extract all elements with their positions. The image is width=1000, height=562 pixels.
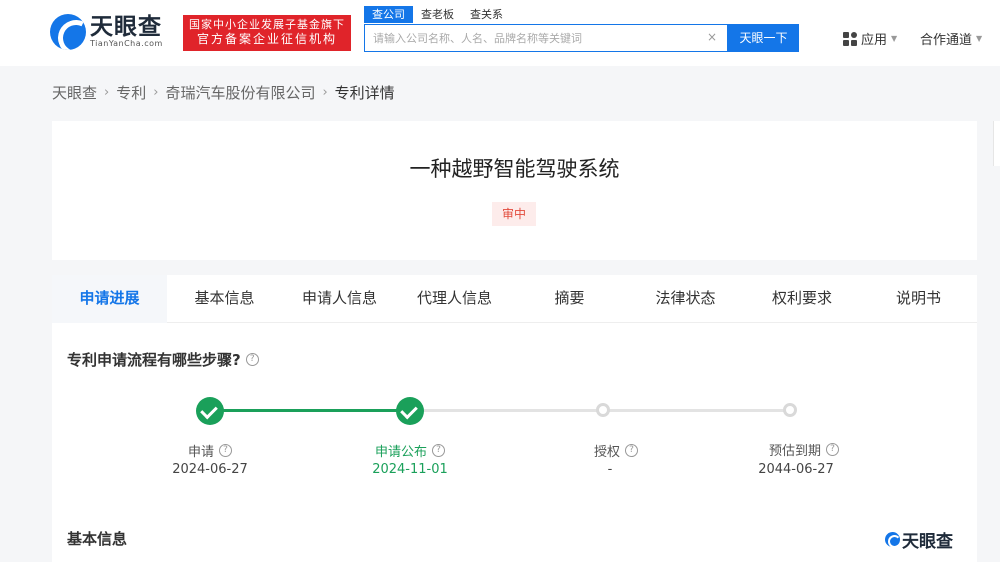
- breadcrumb-patents[interactable]: 专利: [116, 82, 146, 103]
- breadcrumb-separator: ›: [104, 85, 110, 100]
- patent-tabs: 申请进展 基本信息 申请人信息 代理人信息 摘要 法律状态 权利要求 说明书: [52, 275, 977, 323]
- logo-text-en: TianYanCha.com: [90, 39, 163, 48]
- tab-agent-info[interactable]: 代理人信息: [397, 275, 512, 323]
- search-tab-boss[interactable]: 查老板: [413, 6, 462, 23]
- tab-progress[interactable]: 申请进展: [52, 275, 167, 323]
- help-icon[interactable]: ?: [625, 444, 638, 457]
- site-logo[interactable]: 天眼查 TianYanCha.com: [50, 14, 163, 50]
- official-badge: 国家中小企业发展子基金旗下 官方备案企业征信机构: [183, 15, 351, 51]
- tab-abstract[interactable]: 摘要: [512, 275, 627, 323]
- step-label-apply: 申请 ?: [140, 441, 280, 460]
- tab-basic-info[interactable]: 基本信息: [167, 275, 282, 323]
- partner-menu[interactable]: 合作通道 ▼: [920, 29, 982, 48]
- step-date-publish: 2024-11-01: [372, 462, 448, 477]
- apps-label: 应用: [861, 33, 888, 48]
- apps-menu[interactable]: 应用 ▼: [843, 29, 897, 48]
- watermark-text: 天眼查: [902, 532, 953, 552]
- step-label-publish: 申请公布 ?: [340, 441, 480, 460]
- apps-grid-icon: [843, 31, 857, 46]
- breadcrumb-company[interactable]: 奇瑞汽车股份有限公司: [165, 82, 315, 103]
- chevron-down-icon: ▼: [976, 34, 983, 43]
- help-icon[interactable]: ?: [826, 443, 839, 456]
- breadcrumb-separator: ›: [153, 85, 159, 100]
- watermark-logo: 天眼查: [885, 527, 953, 552]
- tab-claims[interactable]: 权利要求: [744, 275, 860, 323]
- step-label-text: 申请公布: [374, 445, 427, 460]
- basic-info-heading: 基本信息: [67, 530, 128, 548]
- progress-heading: 专利申请流程有哪些步骤? ?: [67, 349, 259, 370]
- breadcrumb-home[interactable]: 天眼查: [52, 82, 97, 103]
- step-date-grant: -: [607, 462, 613, 477]
- search-tab-relation[interactable]: 查关系: [462, 6, 511, 23]
- step-date-apply: 2024-06-27: [172, 462, 248, 477]
- top-header: 天眼查 TianYanCha.com 国家中小企业发展子基金旗下 官方备案企业征…: [0, 0, 1000, 66]
- step-label-expiry: 预估到期 ?: [734, 440, 874, 459]
- status-badge: 审中: [492, 202, 536, 226]
- search-box: ×: [364, 24, 728, 52]
- search-button[interactable]: 天眼一下: [728, 24, 799, 52]
- logo-icon: [885, 532, 901, 548]
- step-date-expiry: 2044-06-27: [758, 462, 834, 477]
- step-label-text: 授权: [593, 445, 620, 460]
- side-panel-edge: [993, 121, 1000, 166]
- help-icon[interactable]: ?: [432, 444, 445, 457]
- badge-line-1: 国家中小企业发展子基金旗下: [189, 18, 345, 31]
- step-pending-icon: [596, 403, 610, 417]
- progress-track-done: [210, 409, 410, 412]
- step-done-icon: [396, 397, 424, 425]
- logo-icon: [50, 14, 86, 50]
- help-icon[interactable]: ?: [219, 444, 232, 457]
- patent-title: 一种越野智能驾驶系统: [409, 157, 620, 181]
- breadcrumb-separator: ›: [322, 85, 328, 100]
- chevron-down-icon: ▼: [891, 34, 898, 43]
- step-label-grant: 授权 ?: [546, 441, 686, 460]
- search-input[interactable]: [365, 25, 695, 51]
- partner-label: 合作通道: [920, 33, 973, 48]
- step-done-icon: [196, 397, 224, 425]
- breadcrumb: 天眼查 › 专利 › 奇瑞汽车股份有限公司 › 专利详情: [52, 82, 395, 103]
- progress-heading-text: 专利申请流程有哪些步骤?: [67, 351, 241, 369]
- tab-applicant-info[interactable]: 申请人信息: [282, 275, 397, 323]
- clear-icon[interactable]: ×: [707, 30, 717, 44]
- breadcrumb-current: 专利详情: [334, 84, 395, 102]
- badge-line-2: 官方备案企业征信机构: [196, 32, 337, 46]
- search-tab-company[interactable]: 查公司: [364, 6, 413, 23]
- step-label-text: 申请: [187, 445, 214, 460]
- patent-title-card: [52, 121, 977, 260]
- search-tabs: 查公司 查老板 查关系: [364, 6, 511, 23]
- logo-text-cn: 天眼查: [90, 14, 162, 40]
- help-icon[interactable]: ?: [245, 353, 259, 366]
- step-pending-icon: [783, 403, 797, 417]
- tab-description[interactable]: 说明书: [860, 275, 977, 323]
- tab-legal-status[interactable]: 法律状态: [627, 275, 744, 323]
- step-label-text: 预估到期: [768, 444, 821, 459]
